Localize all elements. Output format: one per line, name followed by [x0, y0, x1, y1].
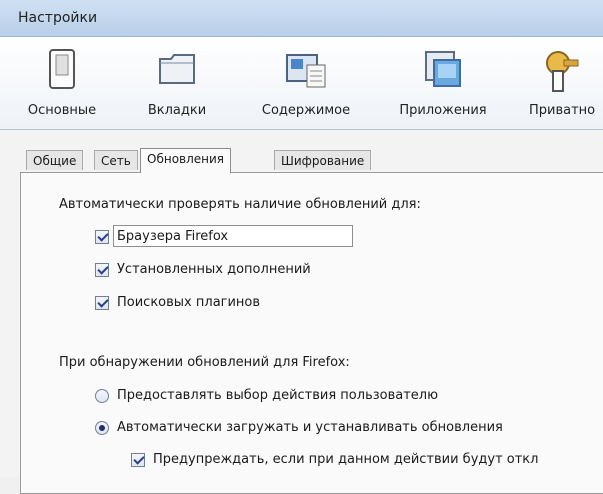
- toolbar-main[interactable]: Основные: [12, 37, 112, 129]
- toolbar-privacy-label: Приватно: [529, 103, 596, 118]
- check-search-plugins-label: Поисковых плагинов: [117, 295, 261, 310]
- folder-tabs-icon: [159, 54, 195, 84]
- auto-install-row[interactable]: Автоматически загружать и устанавливать …: [95, 419, 595, 439]
- toolbar-applications[interactable]: Приложения: [384, 37, 502, 129]
- toolbar-content-label: Содержимое: [261, 103, 351, 118]
- check-firefox-checkbox[interactable]: [95, 230, 109, 244]
- toolbar-tabs-label: Вкладки: [147, 103, 207, 118]
- auto-install-label: Автоматически загружать и устанавливать …: [117, 420, 503, 435]
- check-search-plugins-row[interactable]: Поисковых плагинов: [95, 294, 395, 314]
- toolbar-main-label: Основные: [27, 103, 97, 118]
- applications-icon: [425, 51, 461, 87]
- warn-disable-label: Предупреждать, если при данном действии …: [153, 452, 539, 467]
- window-title: Настройки: [18, 10, 98, 26]
- toolbar-content[interactable]: Содержимое: [246, 37, 366, 129]
- ask-user-radio[interactable]: [95, 389, 109, 403]
- check-addons-label: Установленных дополнений: [117, 262, 311, 277]
- check-addons-checkbox[interactable]: [95, 263, 109, 277]
- updates-panel: Автоматически проверять наличие обновлен…: [20, 172, 603, 494]
- preferences-toolbar: Основные Вкладки Содержимое Приложения П…: [0, 37, 603, 130]
- tab-updates[interactable]: Обновления: [140, 148, 232, 173]
- auto-install-radio[interactable]: [95, 421, 109, 435]
- check-addons-row[interactable]: Установленных дополнений: [95, 261, 395, 281]
- toolbar-applications-label: Приложения: [399, 103, 487, 118]
- tab-general[interactable]: Общие: [26, 150, 84, 170]
- warn-disable-checkbox[interactable]: [131, 453, 145, 467]
- window-titlebar: Настройки: [0, 0, 603, 37]
- toolbar-tabs[interactable]: Вкладки: [132, 37, 222, 129]
- tab-network[interactable]: Сеть: [94, 150, 138, 170]
- preferences-content: Общие Сеть Обновления Шифрование Автомат…: [0, 130, 603, 494]
- key-icon: [546, 51, 579, 92]
- content-icon: [286, 54, 326, 88]
- auto-check-heading: Автоматически проверять наличие обновлен…: [59, 197, 421, 212]
- tab-encryption[interactable]: Шифрование: [274, 150, 372, 170]
- ask-user-label: Предоставлять выбор действия пользовател…: [117, 388, 439, 403]
- check-firefox-row[interactable]: Браузера Firefox: [95, 225, 395, 248]
- check-search-plugins-checkbox[interactable]: [95, 296, 109, 310]
- switch-icon: [49, 49, 75, 89]
- check-firefox-label: Браузера Firefox: [117, 229, 229, 244]
- ask-user-row[interactable]: Предоставлять выбор действия пользовател…: [95, 387, 575, 407]
- on-update-heading: При обнаружении обновлений для Firefox:: [59, 355, 350, 370]
- toolbar-privacy[interactable]: Приватно: [520, 37, 603, 129]
- warn-disable-row[interactable]: Предупреждать, если при данном действии …: [131, 451, 601, 471]
